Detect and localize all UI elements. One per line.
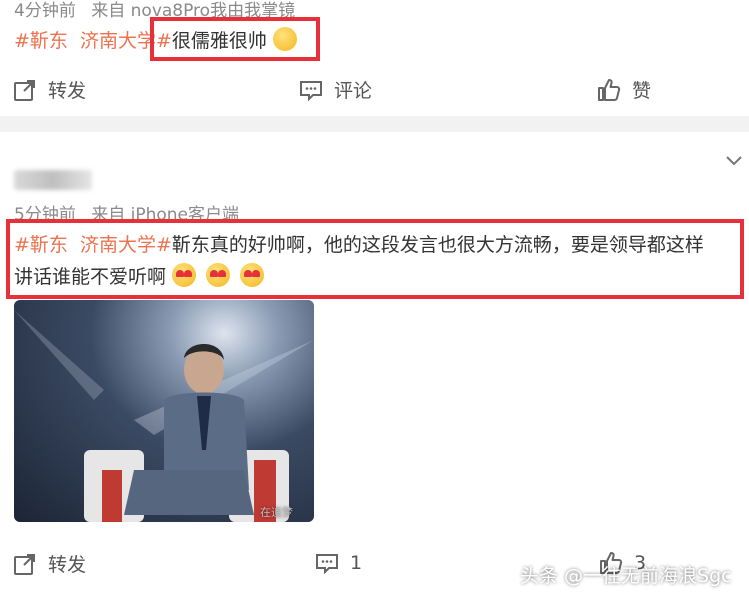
- repost-button[interactable]: 转发: [12, 550, 86, 577]
- repost-icon: [14, 553, 35, 575]
- comment-count: 1: [350, 552, 363, 574]
- hashtag-link[interactable]: #靳东: [14, 30, 68, 52]
- photo-scene: [14, 310, 314, 522]
- chevron-down-icon[interactable]: [725, 152, 743, 171]
- repost-label: 转发: [48, 80, 87, 102]
- thumbs-up-icon: [598, 78, 621, 101]
- comment-label: 评论: [334, 80, 373, 102]
- source-watermark: 头条 @一往无前海浪Sgc: [520, 565, 732, 587]
- photo-watermark: 在追梦: [260, 506, 293, 519]
- username-blurred: [14, 170, 92, 190]
- comment-icon: [300, 80, 322, 101]
- highlight-box: [6, 219, 744, 299]
- comment-button[interactable]: 评论: [298, 76, 372, 103]
- post-photo[interactable]: 在追梦: [14, 300, 314, 522]
- post1-time: 4分钟前: [14, 1, 76, 21]
- divider: [0, 116, 749, 132]
- repost-button[interactable]: 转发: [12, 76, 86, 103]
- highlight-box: [150, 17, 320, 61]
- like-label: 赞: [632, 80, 652, 102]
- comment-button[interactable]: 1: [314, 550, 362, 576]
- like-button[interactable]: 赞: [596, 76, 651, 103]
- comment-icon: [316, 554, 338, 575]
- repost-icon: [14, 79, 35, 101]
- repost-label: 转发: [48, 554, 87, 576]
